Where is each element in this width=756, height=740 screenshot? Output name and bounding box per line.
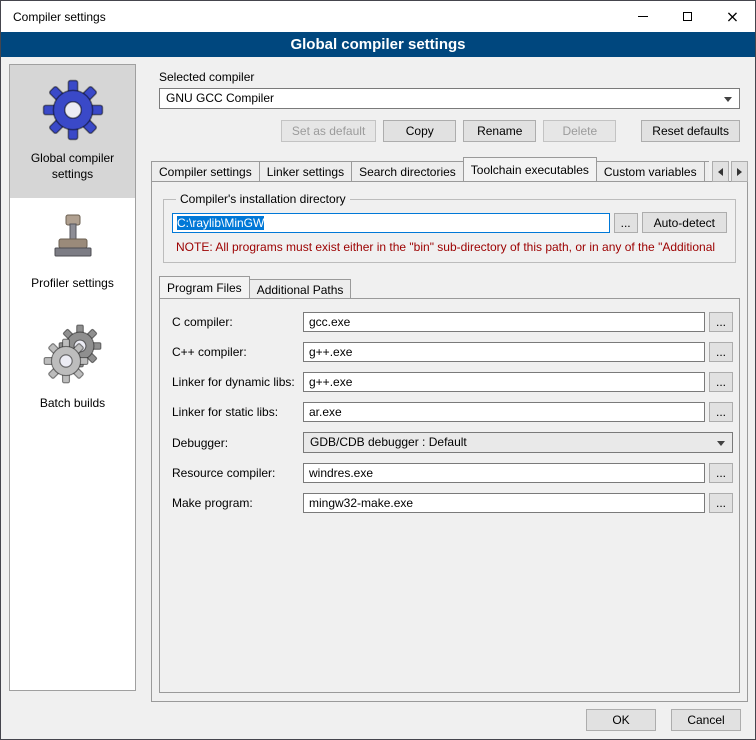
cpp-compiler-input[interactable] [303, 342, 705, 362]
dynamic-linker-browse-button[interactable]: ... [709, 372, 733, 392]
minimize-icon [638, 16, 648, 17]
copy-button[interactable]: Copy [383, 120, 456, 142]
minimize-button[interactable] [620, 2, 665, 32]
program-files-panel: C compiler: ... C++ compiler: ... Linker… [159, 298, 740, 693]
resource-compiler-browse-button[interactable]: ... [709, 463, 733, 483]
debugger-value: GDB/CDB debugger : Default [310, 435, 467, 449]
installation-directory-row: C:\raylib\MinGW ... Auto-detect [172, 212, 727, 233]
static-linker-browse-button[interactable]: ... [709, 402, 733, 422]
compiler-actions: Set as default Copy Rename Delete Reset … [159, 120, 740, 142]
set-as-default-button[interactable]: Set as default [281, 120, 376, 142]
field-label: Debugger: [172, 436, 303, 450]
debugger-select[interactable]: GDB/CDB debugger : Default [303, 432, 733, 453]
tab-toolchain-executables[interactable]: Toolchain executables [463, 157, 597, 182]
page-title: Global compiler settings [1, 32, 755, 57]
reset-defaults-button[interactable]: Reset defaults [641, 120, 740, 142]
installation-directory-input[interactable]: C:\raylib\MinGW [172, 213, 610, 233]
field-label: Resource compiler: [172, 466, 303, 480]
directory-browse-button[interactable]: ... [614, 213, 638, 233]
cpp-compiler-browse-button[interactable]: ... [709, 342, 733, 362]
rename-button[interactable]: Rename [463, 120, 536, 142]
selected-compiler-value: GNU GCC Compiler [166, 91, 274, 105]
field-label: Make program: [172, 496, 303, 510]
sidebar-item-label: Global compiler settings [13, 151, 132, 182]
sidebar-item-profiler-settings[interactable]: Profiler settings [10, 198, 135, 308]
field-label: Linker for static libs: [172, 405, 303, 419]
subtab-additional-paths[interactable]: Additional Paths [249, 279, 352, 299]
settings-sidebar: Global compiler settings Profiler settin… [9, 64, 136, 691]
tab-scroll-left-button[interactable] [712, 161, 729, 182]
selected-compiler-dropdown[interactable]: GNU GCC Compiler [159, 88, 740, 109]
installation-directory-group-title: Compiler's installation directory [176, 192, 350, 206]
delete-button[interactable]: Delete [543, 120, 616, 142]
make-program-input[interactable] [303, 493, 705, 513]
close-button[interactable]: × [710, 2, 755, 32]
tab-scroll-right-button[interactable] [731, 161, 748, 182]
tab-scroll-buttons [712, 161, 748, 182]
settings-tabstrip: Compiler settings Linker settings Search… [151, 157, 748, 182]
sidebar-item-batch-builds[interactable]: Batch builds [10, 308, 135, 428]
dynamic-libs-linker-input[interactable] [303, 372, 705, 392]
close-icon: × [726, 9, 739, 25]
static-libs-linker-input[interactable] [303, 402, 705, 422]
arrow-left-icon [718, 168, 723, 176]
chevron-down-icon [717, 441, 725, 446]
sidebar-item-label: Batch builds [40, 396, 105, 412]
field-row-c-compiler: C compiler: ... [172, 312, 733, 332]
titlebar: Compiler settings × [1, 1, 755, 32]
maximize-icon [683, 12, 692, 21]
field-row-static-linker: Linker for static libs: ... [172, 402, 733, 422]
installation-directory-group: Compiler's installation directory C:\ray… [163, 192, 736, 263]
selected-text: C:\raylib\MinGW [177, 216, 264, 230]
field-row-dynamic-linker: Linker for dynamic libs: ... [172, 372, 733, 392]
sidebar-item-label: Profiler settings [31, 276, 114, 292]
c-compiler-input[interactable] [303, 312, 705, 332]
auto-detect-button[interactable]: Auto-detect [642, 212, 727, 233]
ok-button[interactable]: OK [586, 709, 656, 731]
blue-gear-icon [42, 79, 104, 141]
selected-compiler-label: Selected compiler [159, 70, 748, 84]
program-files-tabstrip: Program Files Additional Paths [159, 276, 740, 299]
field-label: Linker for dynamic libs: [172, 375, 303, 389]
tab-build-options[interactable]: Build options [704, 161, 709, 182]
note-text: NOTE: All programs must exist either in … [176, 240, 723, 254]
resource-compiler-input[interactable] [303, 463, 705, 483]
subtab-program-files[interactable]: Program Files [159, 276, 250, 299]
tab-compiler-settings[interactable]: Compiler settings [151, 161, 260, 182]
arrow-right-icon [737, 168, 742, 176]
c-compiler-browse-button[interactable]: ... [709, 312, 733, 332]
dialog-footer: OK Cancel [586, 709, 741, 731]
tab-search-directories[interactable]: Search directories [351, 161, 464, 182]
field-row-debugger: Debugger: GDB/CDB debugger : Default [172, 432, 733, 453]
field-row-resource-compiler: Resource compiler: ... [172, 463, 733, 483]
main-panel: Selected compiler GNU GCC Compiler Set a… [151, 64, 748, 702]
chevron-down-icon [724, 97, 732, 102]
make-program-browse-button[interactable]: ... [709, 493, 733, 513]
gray-gears-icon [41, 322, 105, 386]
tab-linker-settings[interactable]: Linker settings [259, 161, 352, 182]
maximize-button[interactable] [665, 2, 710, 32]
tabs-scroll-area: Compiler settings Linker settings Search… [151, 157, 709, 182]
window-title: Compiler settings [1, 10, 620, 24]
compiler-settings-window: Compiler settings × Global compiler sett… [0, 0, 756, 740]
profiler-tool-icon [47, 212, 99, 266]
field-row-make-program: Make program: ... [172, 493, 733, 513]
field-label: C compiler: [172, 315, 303, 329]
field-row-cpp-compiler: C++ compiler: ... [172, 342, 733, 362]
toolchain-executables-panel: Compiler's installation directory C:\ray… [151, 181, 748, 702]
tab-custom-variables[interactable]: Custom variables [596, 161, 705, 182]
cancel-button[interactable]: Cancel [671, 709, 741, 731]
field-label: C++ compiler: [172, 345, 303, 359]
sidebar-item-global-compiler-settings[interactable]: Global compiler settings [10, 65, 135, 198]
